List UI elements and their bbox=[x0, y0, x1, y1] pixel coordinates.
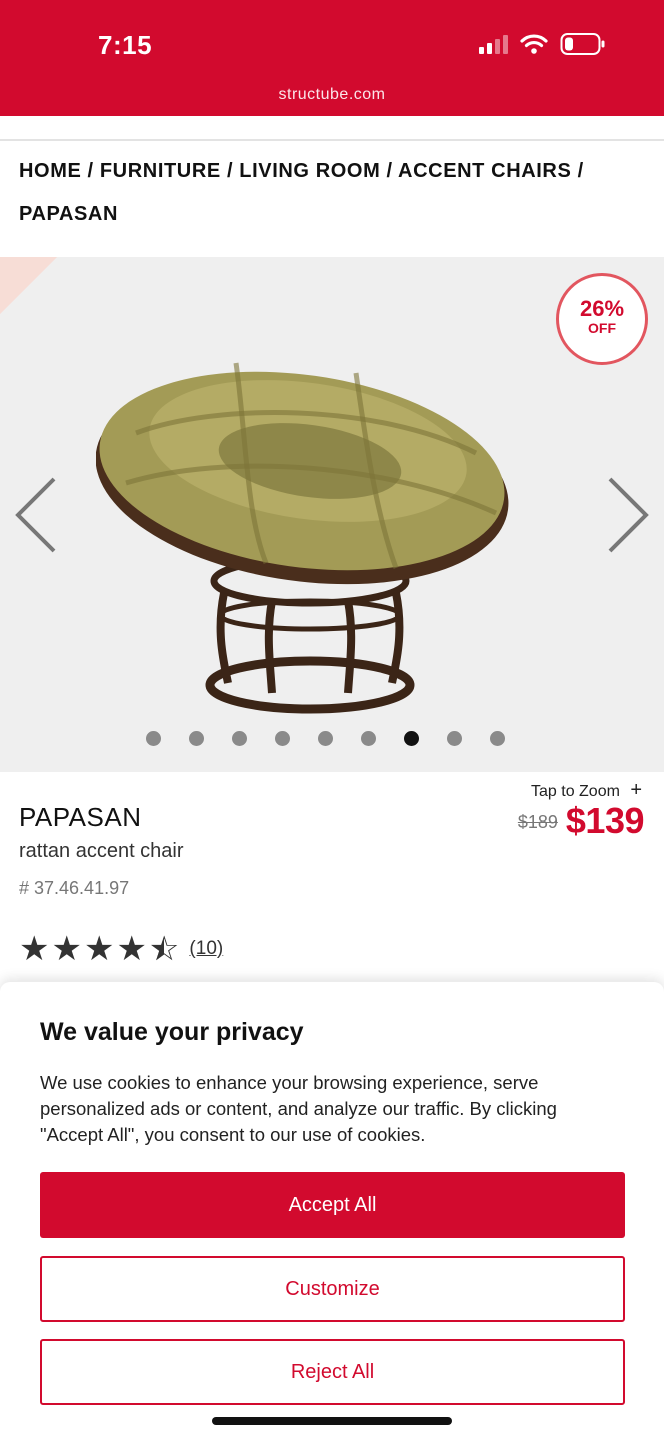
cookie-consent-modal: We value your privacy We use cookies to … bbox=[0, 982, 664, 1440]
sale-price: $139 bbox=[565, 800, 645, 841]
gallery-dot[interactable] bbox=[447, 731, 462, 746]
gallery-dot[interactable] bbox=[361, 731, 376, 746]
review-count-link[interactable]: (10) bbox=[189, 938, 223, 960]
gallery-dot[interactable] bbox=[490, 731, 505, 746]
zoom-label: Tap to Zoom bbox=[531, 783, 620, 800]
battery-icon bbox=[560, 33, 605, 55]
star-half-icon: ☆★ bbox=[148, 930, 180, 968]
gallery-dot[interactable] bbox=[146, 731, 161, 746]
cookie-modal-body: We use cookies to enhance your browsing … bbox=[40, 1072, 557, 1145]
previous-image-arrow-icon[interactable] bbox=[12, 475, 62, 555]
product-image-gallery[interactable]: LAST CHANCE! 26% OFF bbox=[0, 257, 664, 772]
status-time: 7:15 bbox=[98, 30, 153, 60]
gallery-pagination-dots[interactable] bbox=[146, 731, 505, 746]
discount-percent: 26% bbox=[579, 296, 625, 321]
reject-all-button[interactable]: Reject All bbox=[40, 1339, 625, 1405]
browser-top-bar: 7:15 structube.com bbox=[0, 0, 664, 116]
tap-to-zoom[interactable]: Tap to Zoom + bbox=[531, 779, 642, 802]
accept-all-button[interactable]: Accept All bbox=[40, 1172, 625, 1238]
price-block: $189 $139 bbox=[517, 800, 645, 842]
product-name: PAPASAN bbox=[19, 802, 142, 832]
home-indicator[interactable] bbox=[212, 1417, 452, 1425]
discount-badge: 26% OFF bbox=[556, 273, 648, 365]
product-description: rattan accent chair bbox=[19, 840, 184, 862]
discount-off-label: OFF bbox=[588, 320, 616, 336]
signal-icon bbox=[479, 34, 508, 54]
original-price: $189 bbox=[517, 812, 558, 832]
next-image-arrow-icon[interactable] bbox=[602, 475, 652, 555]
product-sku: # 37.46.41.97 bbox=[19, 878, 130, 898]
ribbon-background bbox=[0, 257, 145, 354]
gallery-dot[interactable] bbox=[404, 731, 419, 746]
star-full-icon: ★ bbox=[51, 930, 82, 968]
gallery-dot[interactable] bbox=[189, 731, 204, 746]
zoom-plus-icon: + bbox=[630, 779, 643, 801]
product-rating[interactable]: ★ ★ ★ ★ ☆★ (10) bbox=[19, 932, 223, 966]
gallery-dot[interactable] bbox=[232, 731, 247, 746]
wifi-icon bbox=[520, 34, 548, 54]
star-full-icon: ★ bbox=[116, 930, 147, 968]
cookie-modal-title: We value your privacy bbox=[40, 1018, 304, 1046]
gallery-dot[interactable] bbox=[318, 731, 333, 746]
product-image[interactable] bbox=[96, 343, 520, 723]
header-divider bbox=[0, 139, 664, 141]
customize-button[interactable]: Customize bbox=[40, 1256, 625, 1322]
status-icons bbox=[479, 32, 606, 56]
gallery-dot[interactable] bbox=[275, 731, 290, 746]
breadcrumb[interactable]: HOME / FURNITURE / LIVING ROOM / ACCENT … bbox=[19, 150, 639, 236]
star-full-icon: ★ bbox=[83, 930, 115, 968]
star-full-icon: ★ bbox=[19, 930, 50, 968]
url-label[interactable]: structube.com bbox=[0, 86, 664, 104]
